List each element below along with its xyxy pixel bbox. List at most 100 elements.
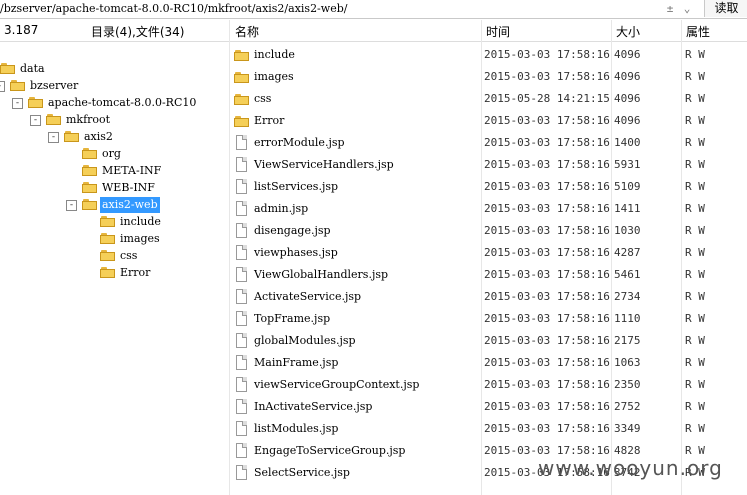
file-name[interactable]: MainFrame.jsp xyxy=(254,356,338,369)
file-name[interactable]: viewServiceGroupContext.jsp xyxy=(254,378,419,391)
tree-node[interactable]: - apache-tomcat-8.0.0-RC10 xyxy=(0,95,228,111)
file-row[interactable]: ViewGlobalHandlers.jsp 2015-03-03 17:58:1… xyxy=(230,264,747,286)
file-attributes: R W xyxy=(685,290,705,303)
file-size: 1030 xyxy=(614,224,641,237)
tree-node[interactable]: META-INF xyxy=(0,163,228,179)
file-name[interactable]: disengage.jsp xyxy=(254,224,331,237)
folder-icon xyxy=(82,197,98,211)
tree-node-label[interactable]: include xyxy=(118,214,163,230)
file-icon xyxy=(236,289,247,304)
file-name[interactable]: images xyxy=(254,70,294,83)
file-row[interactable]: globalModules.jsp 2015-03-03 17:58:16 2175… xyxy=(230,330,747,352)
path-input[interactable]: /bzserver/apache-tomcat-8.0.0-RC10/mkfro… xyxy=(0,2,347,16)
tree-node-label[interactable]: data xyxy=(18,61,47,77)
up-arrow-icon[interactable]: ± xyxy=(664,0,676,18)
tree-node[interactable]: css xyxy=(0,248,228,264)
file-time: 2015-03-03 17:58:16 xyxy=(484,378,610,391)
file-row[interactable]: admin.jsp 2015-03-03 17:58:16 1411 R W xyxy=(230,198,747,220)
file-row[interactable]: InActivateService.jsp 2015-03-03 17:58:16… xyxy=(230,396,747,418)
file-row[interactable]: Error 2015-03-03 17:58:16 4096 R W xyxy=(230,110,747,132)
file-row[interactable]: errorModule.jsp 2015-03-03 17:58:16 1400 R … xyxy=(230,132,747,154)
file-row[interactable]: images 2015-03-03 17:58:16 4096 R W xyxy=(230,66,747,88)
read-button[interactable]: 读取 xyxy=(704,0,747,17)
tree-node[interactable]: data xyxy=(0,61,228,77)
file-icon xyxy=(236,201,247,216)
tree-node-label[interactable]: apache-tomcat-8.0.0-RC10 xyxy=(46,95,198,111)
tree-node[interactable]: - bzserver xyxy=(0,78,228,94)
tree-node-label[interactable]: org xyxy=(100,146,123,162)
file-row[interactable]: ActivateService.jsp 2015-03-03 17:58:16 27… xyxy=(230,286,747,308)
tree-node[interactable]: Error xyxy=(0,265,228,281)
folder-icon xyxy=(64,129,80,143)
file-icon xyxy=(236,223,247,238)
file-name[interactable]: css xyxy=(254,92,271,105)
file-name[interactable]: viewphases.jsp xyxy=(254,246,338,259)
file-icon xyxy=(236,421,247,436)
file-row[interactable]: ViewServiceHandlers.jsp 2015-03-03 17:58:… xyxy=(230,154,747,176)
file-name[interactable]: globalModules.jsp xyxy=(254,334,356,347)
file-name[interactable]: EngageToServiceGroup.jsp xyxy=(254,444,405,457)
tree-node[interactable]: - mkfroot xyxy=(0,112,228,128)
tree-node[interactable]: images xyxy=(0,231,228,247)
folder-icon xyxy=(46,112,62,126)
file-icon xyxy=(236,355,247,370)
collapse-toggle-icon[interactable]: - xyxy=(48,132,59,143)
column-name-header[interactable]: 名称 xyxy=(235,23,259,40)
file-name[interactable]: admin.jsp xyxy=(254,202,308,215)
column-size-header[interactable]: 大小 xyxy=(616,23,640,40)
tree-node-label[interactable]: axis2 xyxy=(82,129,115,145)
file-name[interactable]: ViewGlobalHandlers.jsp xyxy=(254,268,388,281)
tree-node[interactable]: - axis2-web xyxy=(0,197,228,213)
file-name[interactable]: SelectService.jsp xyxy=(254,466,350,479)
tree-node[interactable]: WEB-INF xyxy=(0,180,228,196)
file-size: 1400 xyxy=(614,136,641,149)
file-name[interactable]: errorModule.jsp xyxy=(254,136,345,149)
column-attr-header[interactable]: 属性 xyxy=(686,23,710,40)
tree-node-label[interactable]: WEB-INF xyxy=(100,180,157,196)
file-row[interactable]: include 2015-03-03 17:58:16 4096 R W xyxy=(230,44,747,66)
chevron-down-icon[interactable]: ⌄ xyxy=(680,0,694,18)
column-time-header[interactable]: 时间 xyxy=(486,23,510,40)
file-name[interactable]: ViewServiceHandlers.jsp xyxy=(254,158,394,171)
tree-node[interactable]: include xyxy=(0,214,228,230)
path-bar: /bzserver/apache-tomcat-8.0.0-RC10/mkfro… xyxy=(0,0,747,19)
tree-node[interactable]: org xyxy=(0,146,228,162)
file-time: 2015-03-03 17:58:16 xyxy=(484,70,610,83)
file-row[interactable]: disengage.jsp 2015-03-03 17:58:16 1030 R W xyxy=(230,220,747,242)
file-row[interactable]: TopFrame.jsp 2015-03-03 17:58:16 1110 R W xyxy=(230,308,747,330)
collapse-toggle-icon[interactable]: - xyxy=(12,98,23,109)
tree-node-label[interactable]: images xyxy=(118,231,162,247)
file-row[interactable]: viewServiceGroupContext.jsp 2015-03-03 17… xyxy=(230,374,747,396)
file-icon xyxy=(236,465,247,480)
file-name[interactable]: listServices.jsp xyxy=(254,180,338,193)
tree-node-label[interactable]: mkfroot xyxy=(64,112,112,128)
column-header: 3.187 目录(4),文件(34) 名称 时间 大小 属性 xyxy=(0,19,747,42)
file-size: 5109 xyxy=(614,180,641,193)
tree-node-label[interactable]: Error xyxy=(118,265,152,281)
file-icon xyxy=(236,245,247,260)
file-row[interactable]: css 2015-05-28 14:21:15 4096 R W xyxy=(230,88,747,110)
file-attributes: R W xyxy=(685,180,705,193)
tree-node-label[interactable]: bzserver xyxy=(28,78,80,94)
tree-node[interactable]: - axis2 xyxy=(0,129,228,145)
file-name[interactable]: ActivateService.jsp xyxy=(254,290,361,303)
file-row[interactable]: MainFrame.jsp 2015-03-03 17:58:16 1063 R W xyxy=(230,352,747,374)
file-name[interactable]: TopFrame.jsp xyxy=(254,312,330,325)
file-name[interactable]: include xyxy=(254,48,295,61)
file-row[interactable]: listModules.jsp 2015-03-03 17:58:16 3349 R … xyxy=(230,418,747,440)
collapse-toggle-icon[interactable]: - xyxy=(66,200,77,211)
file-time: 2015-03-03 17:58:16 xyxy=(484,224,610,237)
file-attributes: R W xyxy=(685,48,705,61)
tree-node-label[interactable]: css xyxy=(118,248,139,264)
tree-node-label[interactable]: META-INF xyxy=(100,163,163,179)
file-time: 2015-03-03 17:58:16 xyxy=(484,312,610,325)
collapse-toggle-icon[interactable]: - xyxy=(0,81,5,92)
file-name[interactable]: Error xyxy=(254,114,284,127)
file-row[interactable]: listServices.jsp 2015-03-03 17:58:16 5109 R… xyxy=(230,176,747,198)
tree-node-label[interactable]: axis2-web xyxy=(100,197,160,213)
file-row[interactable]: viewphases.jsp 2015-03-03 17:58:16 4287 R W xyxy=(230,242,747,264)
collapse-toggle-icon[interactable]: - xyxy=(30,115,41,126)
folder-icon xyxy=(100,214,116,228)
file-name[interactable]: InActivateService.jsp xyxy=(254,400,372,413)
file-name[interactable]: listModules.jsp xyxy=(254,422,338,435)
